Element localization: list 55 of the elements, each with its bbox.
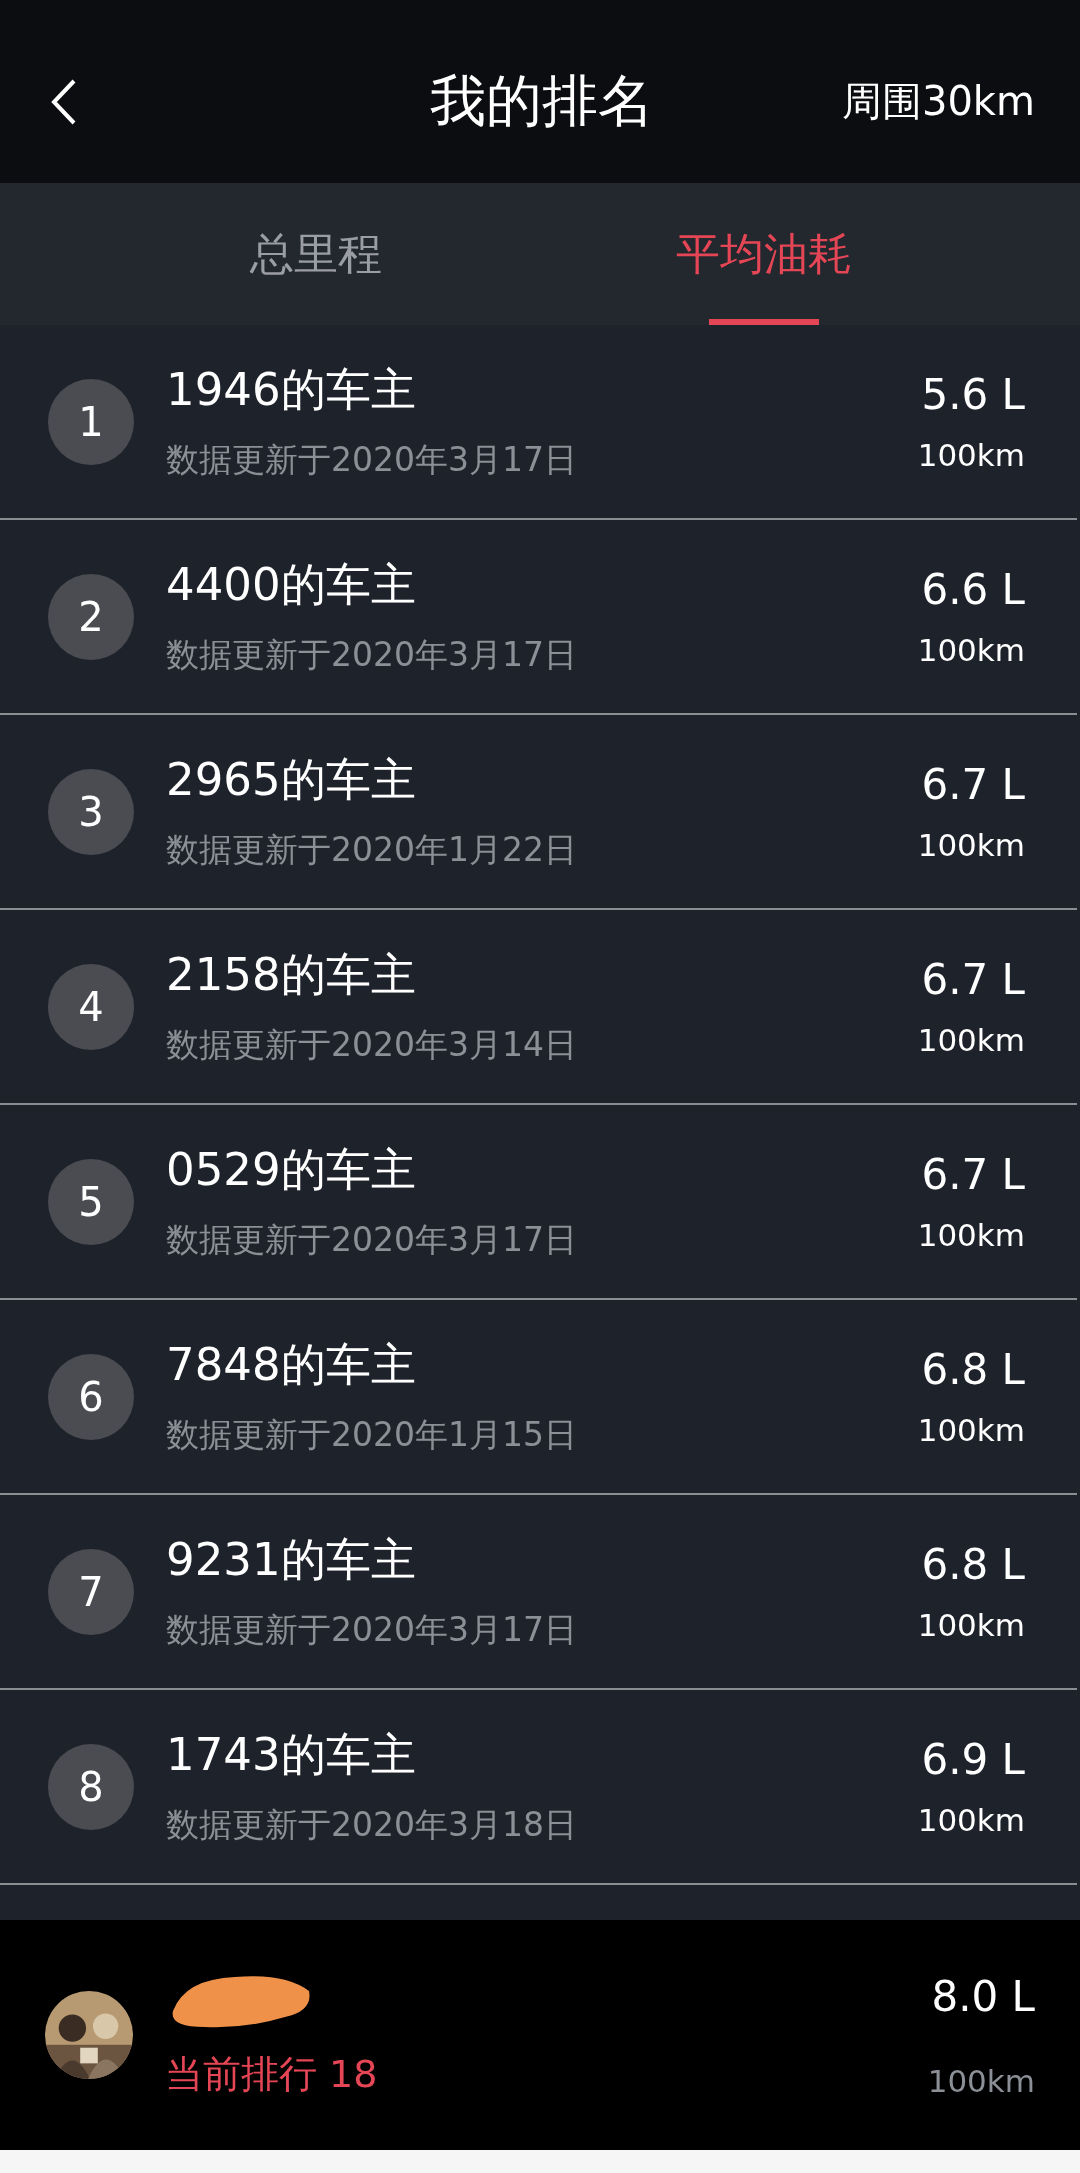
owner-name: 1743的车主 bbox=[166, 1727, 417, 1783]
fuel-value: 6.6 L bbox=[921, 565, 1025, 614]
fuel-unit: 100km bbox=[917, 437, 1025, 473]
page-title: 我的排名 bbox=[429, 66, 654, 135]
update-date: 数据更新于2020年3月17日 bbox=[166, 634, 577, 676]
rank-badge: 7 bbox=[48, 1548, 134, 1635]
fuel-value: 6.7 L bbox=[921, 760, 1025, 809]
fuel-unit: 100km bbox=[917, 632, 1025, 668]
fuel-unit: 100km bbox=[917, 1607, 1025, 1643]
rank-badge: 5 bbox=[48, 1158, 134, 1245]
current-rank: 当前排行 18 bbox=[165, 2050, 378, 2098]
ranking-row[interactable]: 1 1946的车主 数据更新于2020年3月17日 5.6 L 100km bbox=[0, 325, 1077, 520]
update-date: 数据更新于2020年1月22日 bbox=[166, 829, 577, 871]
rank-badge: 6 bbox=[48, 1353, 134, 1440]
fuel-unit: 100km bbox=[917, 1217, 1025, 1253]
ranking-row[interactable]: 5 0529的车主 数据更新于2020年3月17日 6.7 L 100km bbox=[0, 1105, 1077, 1300]
owner-name: 2158的车主 bbox=[166, 947, 417, 1003]
fuel-unit: 100km bbox=[917, 827, 1025, 863]
fuel-unit: 100km bbox=[917, 1802, 1025, 1838]
owner-name: 4400的车主 bbox=[166, 557, 417, 613]
rank-badge: 3 bbox=[48, 768, 134, 855]
tab[interactable]: 总里程 bbox=[92, 183, 540, 325]
ranking-row[interactable]: 6 7848的车主 数据更新于2020年1月15日 6.8 L 100km bbox=[0, 1300, 1077, 1495]
rank-badge: 2 bbox=[48, 573, 134, 660]
fuel-value: 5.6 L bbox=[921, 370, 1025, 419]
update-date: 数据更新于2020年3月18日 bbox=[166, 1804, 577, 1846]
owner-name: 9231的车主 bbox=[166, 1532, 417, 1588]
fuel-unit: 100km bbox=[917, 1412, 1025, 1448]
owner-name: 0529的车主 bbox=[166, 1142, 417, 1198]
fuel-unit: 100km bbox=[927, 2062, 1035, 2099]
rank-badge: 1 bbox=[48, 378, 134, 465]
rank-badge: 4 bbox=[48, 963, 134, 1050]
rank-badge: 8 bbox=[48, 1743, 134, 1830]
update-date: 数据更新于2020年3月17日 bbox=[166, 1609, 577, 1651]
update-date: 数据更新于2020年1月15日 bbox=[166, 1414, 577, 1456]
fuel-value: 6.8 L bbox=[921, 1345, 1025, 1394]
update-date: 数据更新于2020年3月14日 bbox=[166, 1024, 577, 1066]
ranking-row[interactable]: 7 9231的车主 数据更新于2020年3月17日 6.8 L 100km bbox=[0, 1495, 1077, 1690]
fuel-unit: 100km bbox=[917, 1022, 1025, 1058]
fuel-value: 8.0 L bbox=[931, 1971, 1035, 2021]
ranking-row[interactable]: 2 4400的车主 数据更新于2020年3月17日 6.6 L 100km bbox=[0, 520, 1077, 715]
range-button[interactable]: 周围30km bbox=[841, 74, 1035, 129]
fuel-value: 6.7 L bbox=[921, 955, 1025, 1004]
ranking-row[interactable]: 4 2158的车主 数据更新于2020年3月14日 6.7 L 100km bbox=[0, 910, 1077, 1105]
owner-name: 2965的车主 bbox=[166, 752, 417, 808]
tab[interactable]: 平均油耗 bbox=[540, 183, 988, 325]
fuel-value: 6.8 L bbox=[921, 1540, 1025, 1589]
update-date: 数据更新于2020年3月17日 bbox=[166, 1219, 577, 1261]
ranking-row[interactable]: 3 2965的车主 数据更新于2020年1月22日 6.7 L 100km bbox=[0, 715, 1077, 910]
fuel-value: 6.7 L bbox=[921, 1150, 1025, 1199]
owner-name: 7848的车主 bbox=[166, 1337, 417, 1393]
fuel-value: 6.9 L bbox=[921, 1735, 1025, 1784]
owner-name: 1946的车主 bbox=[166, 362, 417, 418]
update-date: 数据更新于2020年3月17日 bbox=[166, 439, 577, 481]
ranking-row[interactable]: 8 1743的车主 数据更新于2020年3月18日 6.9 L 100km bbox=[0, 1690, 1077, 1885]
